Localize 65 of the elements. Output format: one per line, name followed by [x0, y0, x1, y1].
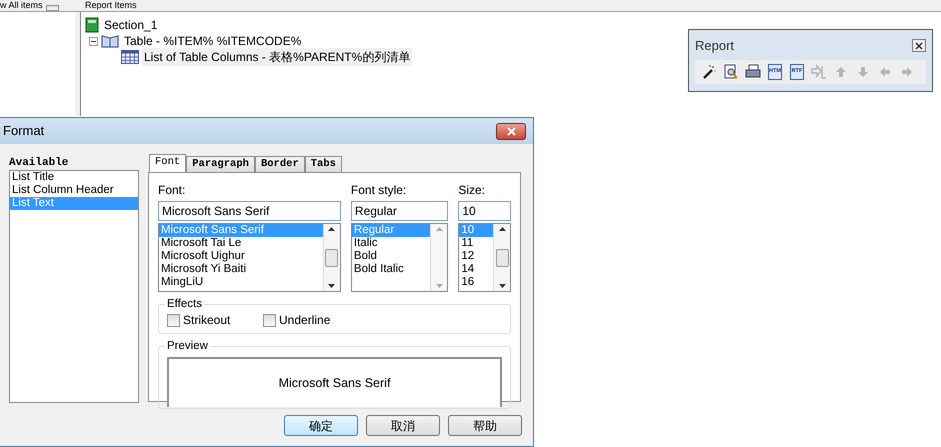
- list-option[interactable]: Bold Italic: [352, 263, 430, 276]
- toolbar-button[interactable]: [701, 64, 717, 80]
- field-label: Font:: [158, 182, 186, 199]
- dialog-button[interactable]: 取消: [366, 415, 440, 436]
- text-field[interactable]: Microsoft Sans Serif: [158, 201, 341, 221]
- book-icon: [85, 17, 99, 33]
- toolbar-title: Report: [695, 37, 734, 55]
- list-item[interactable]: List Title: [10, 171, 138, 184]
- checkbox-label: w All items: [0, 0, 43, 11]
- list-option[interactable]: 16: [459, 276, 494, 289]
- list-item[interactable]: List Column Header: [10, 184, 138, 197]
- scrollbar[interactable]: [322, 224, 340, 291]
- list-option[interactable]: 11: [459, 237, 494, 250]
- list-option[interactable]: Microsoft Tai Le: [159, 237, 323, 250]
- tab[interactable]: Border: [254, 156, 305, 172]
- grid-table-icon: [121, 50, 139, 64]
- magnifier-page-icon: [723, 64, 739, 80]
- list-option[interactable]: Bold: [352, 250, 430, 263]
- list-option[interactable]: 14: [459, 263, 494, 276]
- tab[interactable]: Font: [149, 154, 186, 173]
- field-label: Size:: [458, 182, 486, 199]
- preview-text: Microsoft Sans Serif: [278, 374, 390, 392]
- tree-item[interactable]: List of Table Columns - 表格%PARENT%的列清单: [142, 48, 412, 66]
- tab[interactable]: Paragraph: [186, 156, 255, 172]
- text-field[interactable]: Regular: [350, 201, 448, 221]
- checkbox[interactable]: [167, 314, 180, 326]
- close-button[interactable]: [912, 39, 926, 52]
- available-label: Available: [9, 156, 70, 170]
- collapse-icon[interactable]: [89, 36, 98, 46]
- scroll-thumb[interactable]: [325, 248, 338, 266]
- toolbar-button[interactable]: [723, 64, 739, 80]
- panel-title: Report Items: [85, 0, 137, 10]
- magic-wand-icon: [701, 64, 717, 80]
- list-option[interactable]: MingLiU: [159, 276, 323, 289]
- scroll-thumb[interactable]: [496, 248, 509, 266]
- checkbox-label: Underline: [279, 312, 330, 329]
- open-book-icon: [101, 34, 119, 48]
- list-option[interactable]: 12: [459, 250, 494, 263]
- tree-item[interactable]: Section_1: [102, 16, 160, 34]
- scroll-down-icon[interactable]: [498, 284, 506, 288]
- close-button[interactable]: [496, 122, 526, 140]
- printer-icon: [745, 64, 761, 80]
- dialog-title: Format: [3, 122, 44, 140]
- checkbox-label: Strikeout: [183, 312, 230, 329]
- text-field[interactable]: 10: [458, 201, 512, 221]
- document-icon: [767, 64, 783, 80]
- show-all-checkbox[interactable]: [46, 5, 59, 11]
- scroll-up-icon[interactable]: [498, 227, 506, 231]
- dialog-button[interactable]: 帮助: [448, 415, 522, 436]
- scroll-up-icon[interactable]: [328, 227, 336, 231]
- list-option[interactable]: Italic: [352, 237, 430, 250]
- toolbar-button[interactable]: [745, 64, 761, 80]
- close-icon: [506, 126, 516, 136]
- tree-item[interactable]: Table - %ITEM% %ITEMCODE%: [122, 32, 304, 50]
- tree-arrow-icon: [811, 64, 827, 80]
- field-label: Font style:: [350, 182, 408, 199]
- tab[interactable]: Tabs: [304, 156, 342, 172]
- list-option[interactable]: Microsoft Yi Baiti: [159, 263, 323, 276]
- checkbox[interactable]: [263, 314, 276, 326]
- dialog-button[interactable]: 确定: [284, 415, 358, 436]
- document-icon: [789, 64, 805, 80]
- list-option[interactable]: Microsoft Uighur: [159, 250, 323, 263]
- scroll-down-icon[interactable]: [328, 284, 336, 288]
- close-icon: [915, 42, 923, 50]
- scrollbar[interactable]: [493, 224, 510, 291]
